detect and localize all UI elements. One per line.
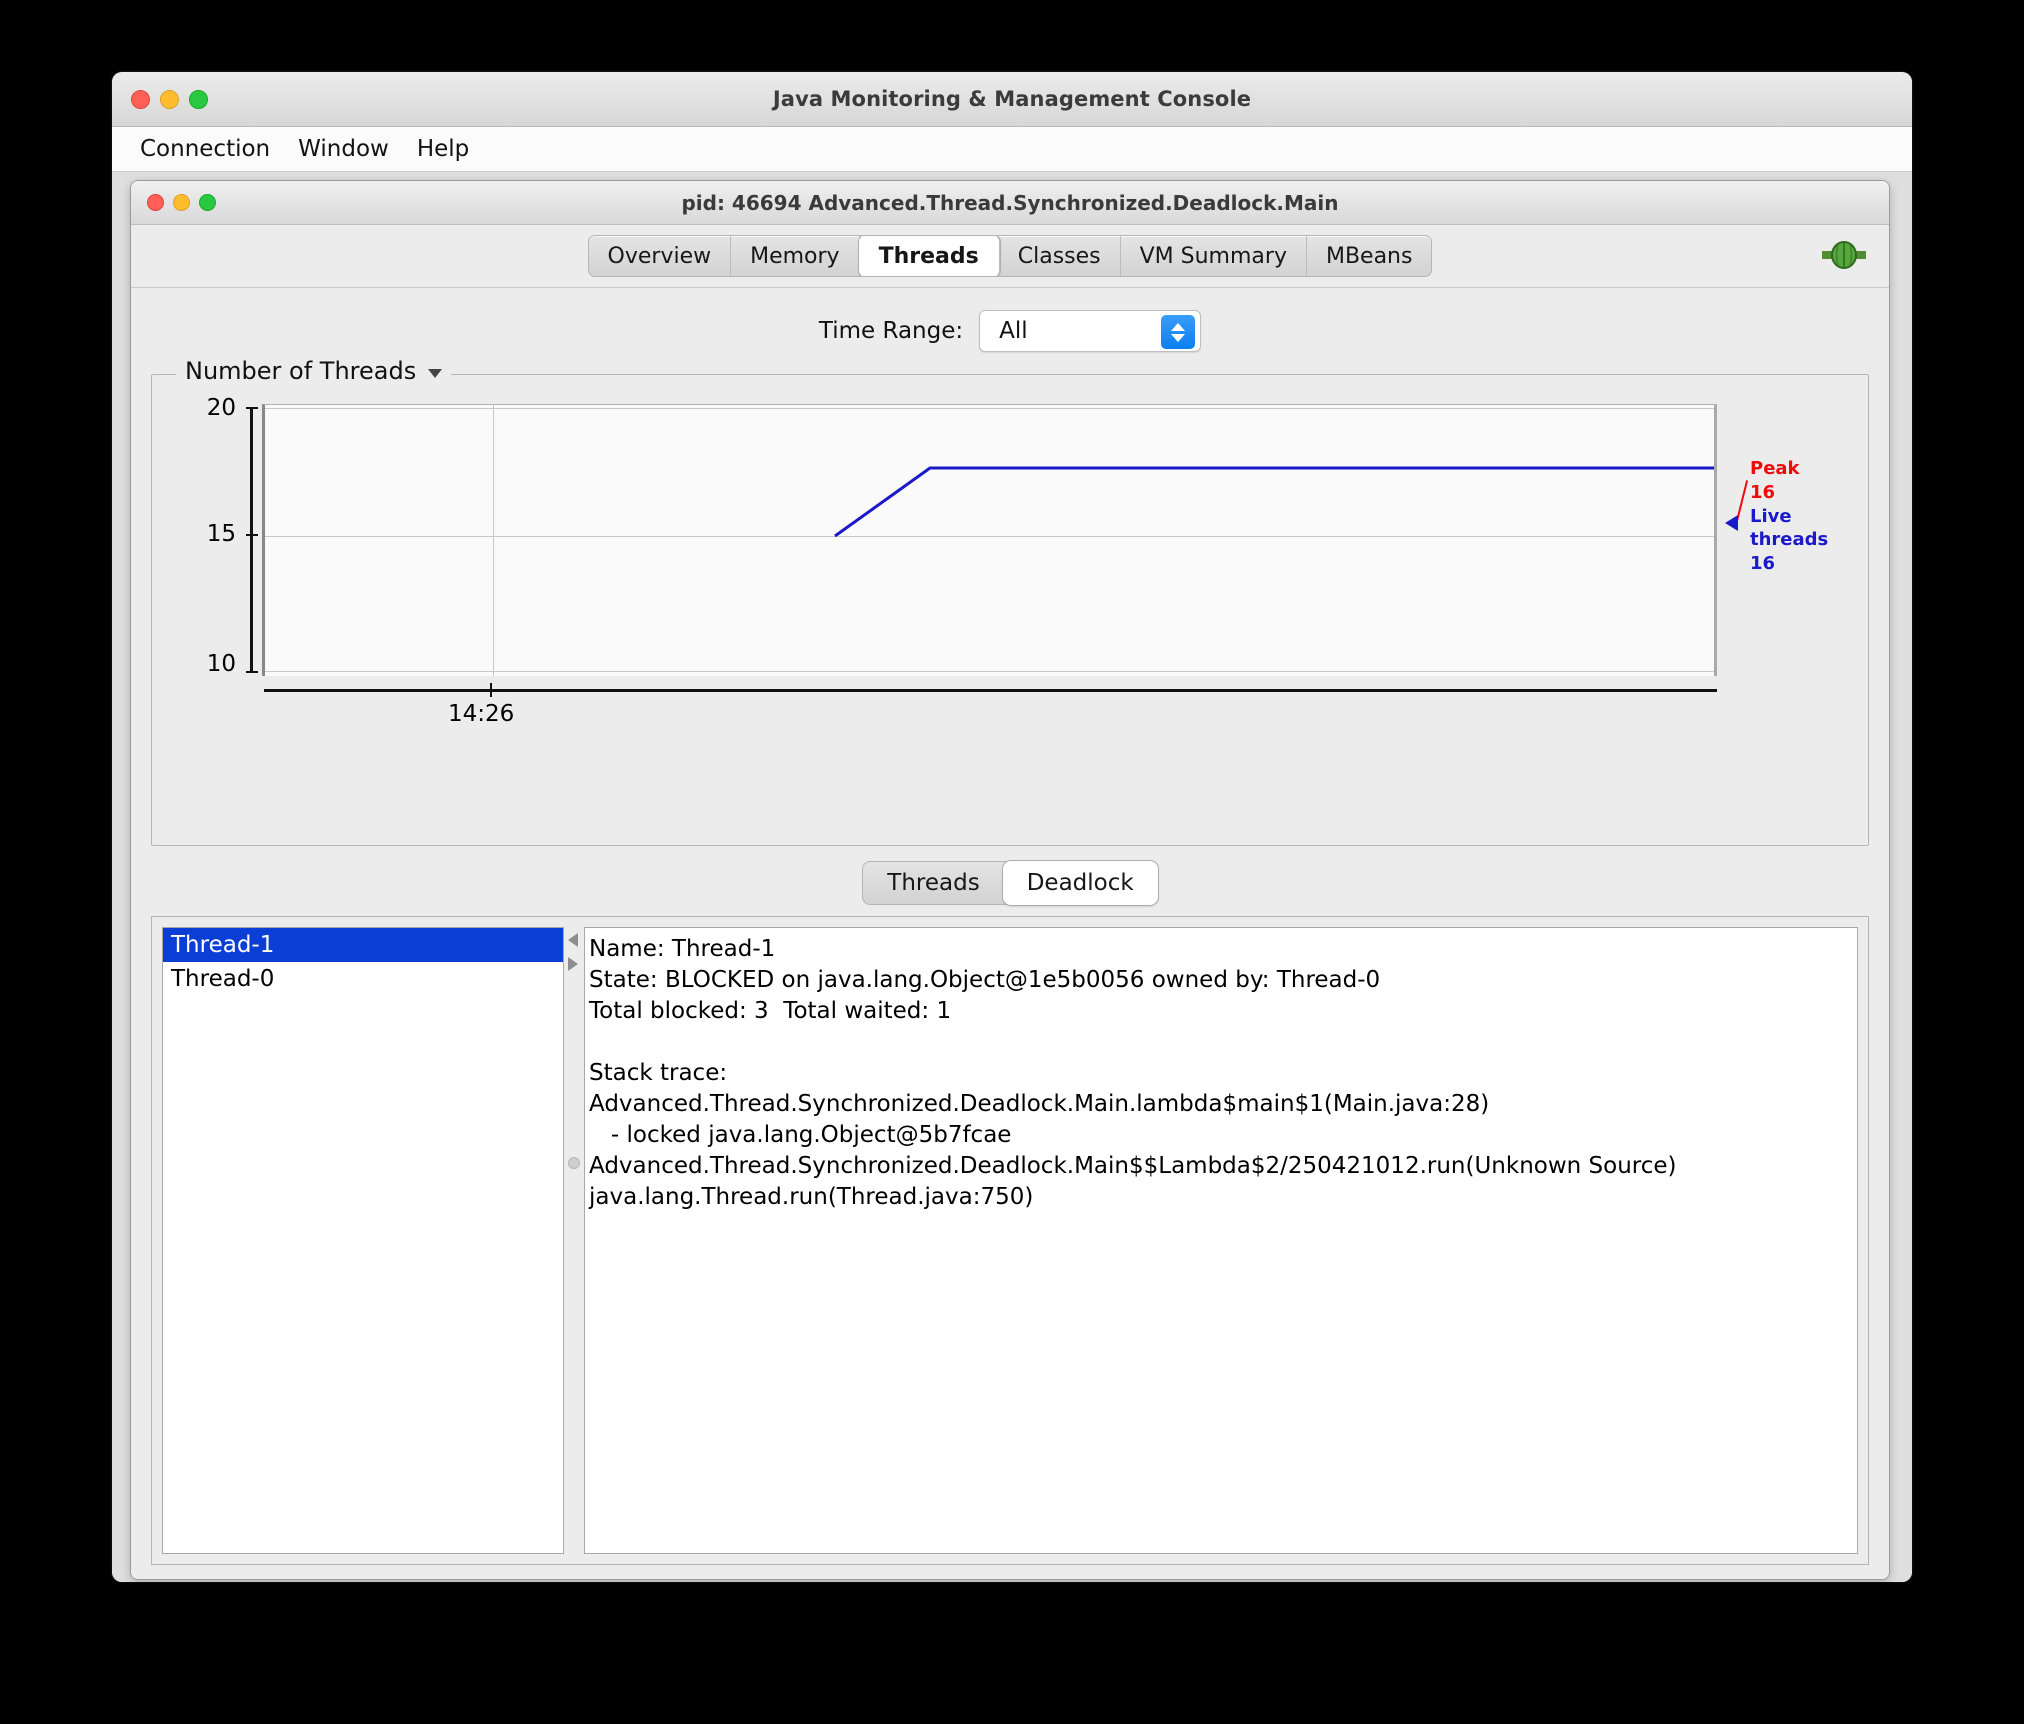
window-title: Java Monitoring & Management Console xyxy=(772,87,1252,111)
y-tick-label-20: 20 xyxy=(206,395,236,421)
time-range-combobox[interactable]: All xyxy=(979,310,1202,352)
chart-panel-title-label: Number of Threads xyxy=(185,357,417,385)
detail-line-locked: - locked java.lang.Object@5b7fcae xyxy=(589,1122,1012,1148)
plug-connected-icon[interactable] xyxy=(1821,239,1867,271)
time-range-label: Time Range: xyxy=(818,318,964,344)
y-axis-tick xyxy=(246,671,258,673)
legend-live-threads-label: Live threads xyxy=(1750,505,1829,551)
y-tick-label-10: 10 xyxy=(206,651,236,677)
menubar: Connection Window Help xyxy=(112,127,1912,172)
tab-vm-summary[interactable]: VM Summary xyxy=(1121,236,1307,276)
tab-deadlock[interactable]: Deadlock xyxy=(1002,861,1158,905)
live-threads-pointer-arrow xyxy=(1725,515,1738,531)
chart-plot-area xyxy=(262,404,1717,676)
time-range-stepper[interactable] xyxy=(1161,315,1196,349)
chart-legend: Peak 16 Live threads 16 xyxy=(1750,457,1858,576)
number-of-threads-panel: Number of Threads 20 15 10 14:26 Peak 16… xyxy=(151,357,1869,846)
detail-line-state: State: BLOCKED on java.lang.Object@1e5b0… xyxy=(589,967,1381,993)
threads-deadlock-tabbar: Threads Deadlock xyxy=(862,861,1158,905)
tab-memory[interactable]: Memory xyxy=(731,236,860,276)
x-tick-label-1426: 14:26 xyxy=(448,701,515,727)
list-item[interactable]: Thread-1 xyxy=(163,928,563,962)
detail-line-blank xyxy=(589,1027,1851,1058)
time-range-value: All xyxy=(999,318,1028,344)
internal-frame-title: pid: 46694 Advanced.Thread.Synchronized.… xyxy=(681,190,1339,215)
legend-peak-value: 16 xyxy=(1750,481,1776,503)
tab-threads[interactable]: Threads xyxy=(858,236,1000,276)
thread-detail-pane: Name: Thread-1 State: BLOCKED on java.la… xyxy=(584,927,1858,1554)
detail-line-stack-trace-header: Stack trace: xyxy=(589,1060,728,1086)
chart-panel-header[interactable]: Number of Threads xyxy=(176,357,452,385)
detail-line-stack-frame-2: Advanced.Thread.Synchronized.Deadlock.Ma… xyxy=(589,1153,1677,1179)
collapse-left-icon[interactable] xyxy=(568,933,578,947)
thread-list[interactable]: Thread-1 Thread-0 xyxy=(162,927,564,1554)
split-pane-divider[interactable] xyxy=(564,927,584,1554)
x-axis-tick xyxy=(490,683,492,697)
detail-line-stack-frame-1: Advanced.Thread.Synchronized.Deadlock.Ma… xyxy=(589,1091,1490,1117)
deadlock-split-pane: Thread-1 Thread-0 Name: Thread-1 State: … xyxy=(151,916,1869,1565)
menu-item-connection[interactable]: Connection xyxy=(126,134,284,164)
window-titlebar: Java Monitoring & Management Console xyxy=(112,72,1912,127)
legend-live-threads-value: 16 xyxy=(1750,553,1776,574)
x-axis-line xyxy=(264,689,1717,692)
y-axis-tick xyxy=(246,407,258,409)
detail-line-stack-frame-3: java.lang.Thread.run(Thread.java:750) xyxy=(589,1184,1034,1210)
threads-deadlock-tabbar-row: Threads Deadlock xyxy=(151,850,1869,916)
live-threads-series xyxy=(834,466,1714,538)
thread-count-chart: 20 15 10 14:26 Peak 16 Live threads 16 xyxy=(162,395,1858,837)
threads-tab-content: Time Range: All Number of Threads 20 15 … xyxy=(131,287,1889,1579)
tab-classes[interactable]: Classes xyxy=(999,236,1121,276)
y-tick-label-15: 15 xyxy=(206,521,236,547)
tab-threads-list[interactable]: Threads xyxy=(863,862,1003,904)
menu-item-help[interactable]: Help xyxy=(403,134,483,164)
chevron-up-icon xyxy=(1171,322,1186,331)
menu-item-window[interactable]: Window xyxy=(284,134,403,164)
tab-overview[interactable]: Overview xyxy=(589,236,732,276)
main-tabbar-row: Overview Memory Threads Classes VM Summa… xyxy=(131,225,1889,287)
y-axis-tick xyxy=(246,534,258,536)
application-window: Java Monitoring & Management Console Con… xyxy=(112,72,1912,1582)
split-pane-handle[interactable] xyxy=(568,1157,580,1169)
tab-mbeans[interactable]: MBeans xyxy=(1307,236,1432,276)
chevron-down-icon xyxy=(1171,333,1186,342)
expand-right-icon[interactable] xyxy=(568,957,578,971)
y-axis-line xyxy=(250,407,253,672)
chevron-down-icon[interactable] xyxy=(428,368,443,378)
detail-line-counts: Total blocked: 3 Total waited: 1 xyxy=(589,998,952,1024)
detail-line-name: Name: Thread-1 xyxy=(589,936,776,962)
window-body: pid: 46694 Advanced.Thread.Synchronized.… xyxy=(112,172,1912,1582)
legend-peak-label: Peak xyxy=(1750,458,1800,479)
main-tabbar: Overview Memory Threads Classes VM Summa… xyxy=(587,235,1433,277)
list-item[interactable]: Thread-0 xyxy=(163,962,563,996)
internal-frame: pid: 46694 Advanced.Thread.Synchronized.… xyxy=(130,180,1890,1580)
internal-frame-titlebar: pid: 46694 Advanced.Thread.Synchronized.… xyxy=(131,181,1889,225)
